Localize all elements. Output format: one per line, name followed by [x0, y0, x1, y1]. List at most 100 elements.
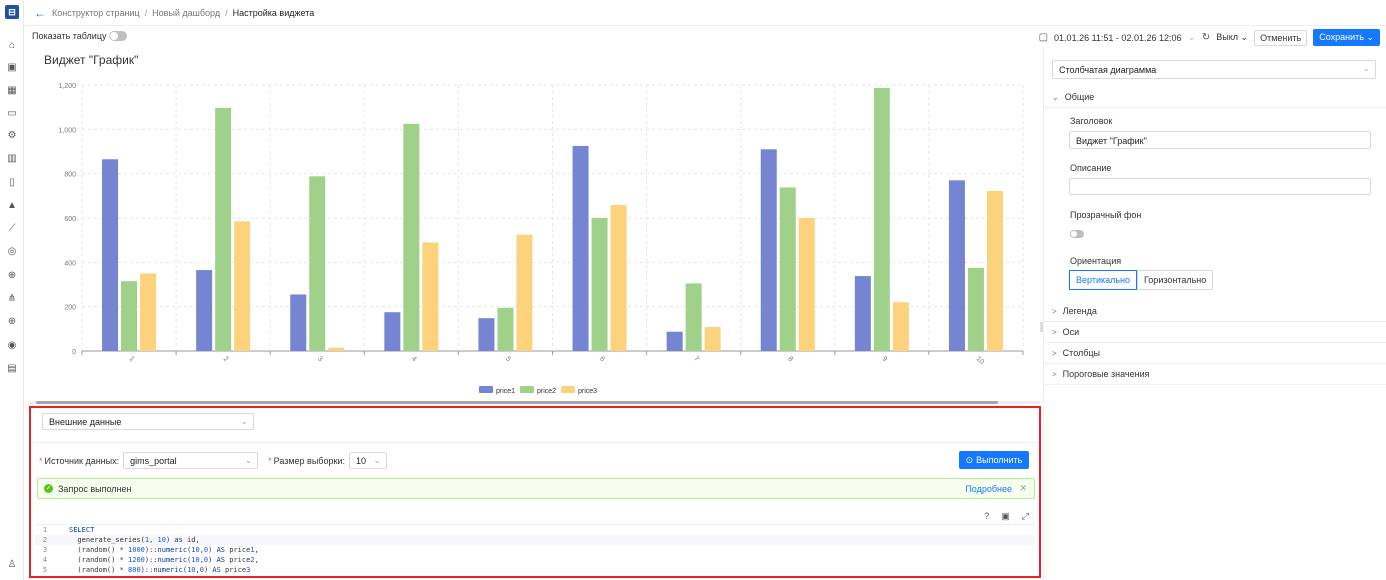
status-text: Запрос выполнен: [58, 483, 132, 494]
save-button[interactable]: Сохранить ⌄: [1313, 29, 1380, 46]
dashboard-icon[interactable]: ▣: [4, 60, 20, 76]
legend-label-price2[interactable]: price2: [537, 388, 556, 395]
code-line[interactable]: 1 SELECT: [35, 525, 1035, 535]
legend-swatch-price1[interactable]: [479, 386, 493, 393]
line-number: 5: [42, 566, 48, 574]
bar-price1-6[interactable]: [572, 145, 589, 351]
bar-chart-icon[interactable]: ▥: [4, 151, 20, 167]
x-tick-label: 2: [222, 355, 230, 363]
bar-price1-2[interactable]: [196, 270, 213, 351]
close-icon[interactable]: ✕: [1019, 483, 1027, 494]
expand-icon[interactable]: ⤢: [1022, 511, 1029, 522]
code-line[interactable]: 3 (random() * 1000)::numeric(10,0) AS pr…: [35, 545, 1035, 555]
clipboard-icon[interactable]: ▤: [4, 361, 20, 377]
bar-price1-8[interactable]: [760, 149, 777, 351]
source-type-select[interactable]: Внешние данные ⌄: [42, 413, 254, 430]
details-link[interactable]: Подробнее: [965, 484, 1012, 494]
breadcrumb-dashboard[interactable]: Новый дашборд: [152, 8, 220, 18]
bar-price3-1[interactable]: [140, 273, 157, 351]
gear-icon[interactable]: ⚙: [4, 128, 20, 144]
section-legend[interactable]: > Легенда: [1044, 301, 1386, 322]
sql-editor[interactable]: 1 SELECT 2 generate_series(1, 10) as id, 3 …: [35, 524, 1035, 576]
bar-price2-5[interactable]: [497, 307, 514, 351]
bar-price1-7[interactable]: [666, 331, 683, 351]
section-general[interactable]: ⌄ Общие: [1044, 87, 1386, 108]
robot-icon[interactable]: ◎: [4, 244, 20, 260]
chevron-down-icon[interactable]: ⌄: [1188, 32, 1196, 43]
datasource-select[interactable]: gims_portal ⌄: [123, 452, 259, 469]
format-icon[interactable]: ▣: [1001, 511, 1010, 522]
help-icon[interactable]: ?: [984, 511, 989, 522]
orientation-vertical[interactable]: Вертикально: [1069, 270, 1138, 290]
share-icon[interactable]: ⋔: [4, 291, 20, 307]
bar-price2-3[interactable]: [309, 176, 326, 351]
title-input[interactable]: Виджет "График": [1069, 131, 1371, 149]
orientation-horizontal[interactable]: Горизонтально: [1137, 270, 1214, 290]
code-line[interactable]: 4 (random() * 1200)::numeric(10,0) AS pr…: [35, 555, 1035, 565]
datasource-label: Источник данных:: [44, 455, 120, 466]
section-bars[interactable]: > Столбцы: [1044, 343, 1386, 364]
bar-price3-5[interactable]: [516, 234, 533, 351]
bar-price1-5[interactable]: [478, 318, 495, 351]
bar-price2-8[interactable]: [779, 187, 796, 351]
globe-icon[interactable]: ⊕: [4, 268, 20, 284]
bar-price2-4[interactable]: [403, 123, 420, 351]
bar-price3-8[interactable]: [798, 218, 815, 351]
refresh-icon[interactable]: ↻: [1202, 32, 1210, 43]
bar-price1-9[interactable]: [854, 276, 871, 351]
bar-price2-10[interactable]: [967, 267, 984, 351]
home-icon[interactable]: ⌂: [4, 38, 20, 54]
horizontal-scrollbar[interactable]: [36, 401, 998, 404]
legend-swatch-price2[interactable]: [520, 386, 534, 393]
app-logo[interactable]: ⊟: [5, 5, 19, 19]
chart-type-select[interactable]: Столбчатая диаграмма ⌄: [1052, 60, 1376, 79]
bar-price1-10[interactable]: [948, 180, 965, 351]
section-legend-label: Легенда: [1062, 306, 1097, 316]
x-tick-label: 1: [128, 355, 136, 363]
bar-price2-6[interactable]: [591, 218, 608, 351]
bar-price3-2[interactable]: [234, 221, 251, 351]
document-icon[interactable]: ▯: [4, 175, 20, 191]
cancel-button[interactable]: Отменить: [1254, 29, 1308, 46]
bar-price3-4[interactable]: [422, 242, 439, 351]
code-text: (random() * 800)::numeric(10,0) AS price…: [69, 566, 251, 574]
bar-price1-1[interactable]: [102, 159, 119, 351]
grid-icon[interactable]: ▦: [4, 83, 20, 99]
back-arrow-icon[interactable]: ←: [34, 6, 46, 20]
globe-2-icon[interactable]: ⊕: [4, 314, 20, 330]
breadcrumb-builder[interactable]: Конструктор страниц: [52, 8, 140, 18]
eye-icon[interactable]: ◉: [4, 338, 20, 354]
monitor-icon[interactable]: ▭: [4, 106, 20, 122]
bar-price3-7[interactable]: [704, 327, 721, 351]
bar-price3-6[interactable]: [610, 205, 627, 351]
bar-price1-3[interactable]: [290, 294, 307, 351]
y-tick-label: 1,200: [58, 83, 76, 90]
bar-price2-2[interactable]: [215, 107, 232, 351]
execute-button[interactable]: ⊙ Выполнить: [959, 451, 1029, 469]
code-line[interactable]: 2 generate_series(1, 10) as id,: [35, 535, 1035, 545]
auto-refresh-select[interactable]: Выкл ⌄: [1216, 32, 1248, 43]
bar-price2-9[interactable]: [873, 87, 890, 352]
warning-icon[interactable]: ▲: [4, 198, 20, 214]
bar-price3-3[interactable]: [328, 347, 345, 351]
show-table-switch[interactable]: [109, 31, 128, 41]
user-icon[interactable]: ♙: [4, 557, 20, 573]
chevron-down-icon: ⌄: [1362, 63, 1370, 73]
show-table-toggle[interactable]: Показать таблицу: [32, 31, 128, 41]
sample-size-select[interactable]: 10 ⌄: [348, 452, 387, 469]
legend-label-price3[interactable]: price3: [578, 388, 597, 395]
legend-swatch-price3[interactable]: [561, 386, 575, 393]
bar-price3-10[interactable]: [986, 190, 1003, 351]
bar-price2-1[interactable]: [121, 281, 138, 351]
bar-price2-7[interactable]: [685, 283, 702, 351]
code-line[interactable]: 5 (random() * 800)::numeric(10,0) AS pri…: [35, 565, 1035, 575]
description-textarea[interactable]: [1069, 178, 1371, 195]
transparent-bg-switch[interactable]: [1070, 230, 1084, 238]
date-range[interactable]: 01.01.26 11:51 - 02.01.26 12:06: [1054, 33, 1181, 43]
line-chart-icon[interactable]: ⟋: [4, 221, 20, 237]
legend-label-price1[interactable]: price1: [496, 388, 515, 395]
bar-price3-9[interactable]: [892, 302, 909, 351]
bar-price1-4[interactable]: [384, 312, 401, 351]
section-axes[interactable]: > Оси: [1044, 322, 1386, 343]
section-thresholds[interactable]: > Пороговые значения: [1044, 364, 1386, 385]
